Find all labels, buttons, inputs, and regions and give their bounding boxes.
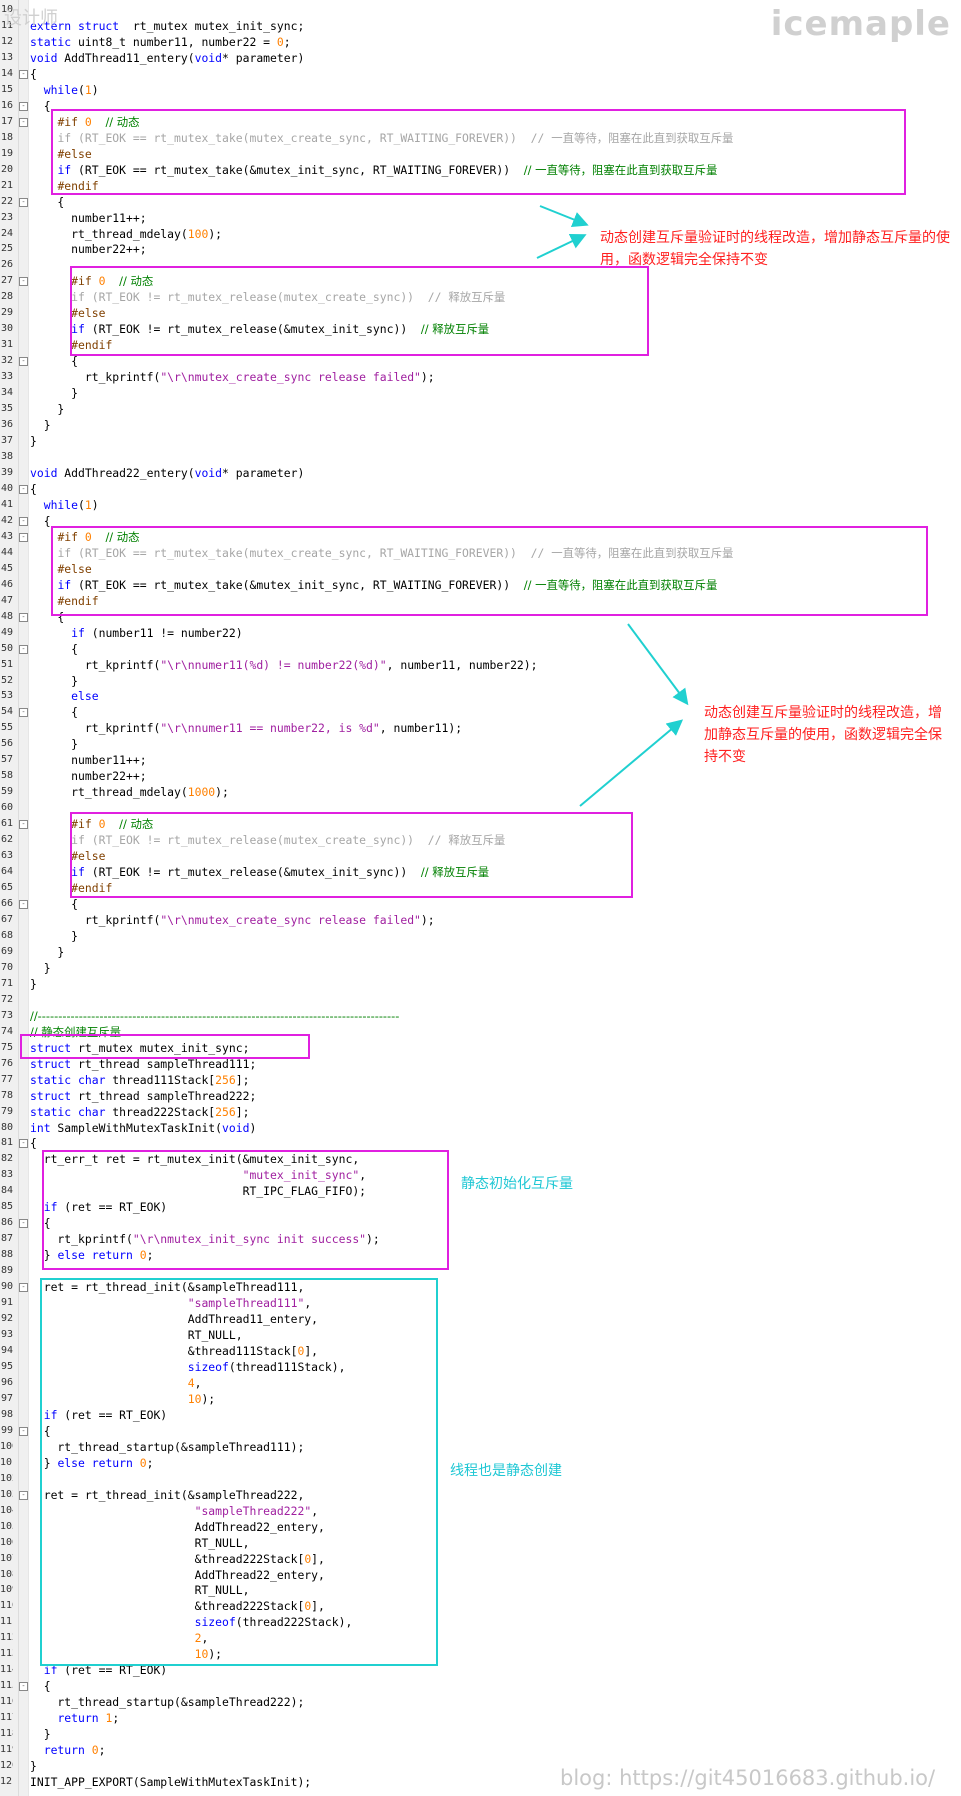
arrow-thread11-a — [539, 205, 589, 227]
blog-watermark: blog: https://git45016683.github.io/ — [560, 1766, 936, 1790]
arrow-thread22-a — [627, 623, 689, 706]
top-left-watermark: 设计师 — [4, 8, 58, 29]
arrow-thread11-b — [536, 233, 587, 259]
logo-watermark: icemaple — [770, 4, 951, 44]
arrow-thread22-b — [579, 719, 684, 807]
annotation-arrows — [536, 205, 689, 807]
